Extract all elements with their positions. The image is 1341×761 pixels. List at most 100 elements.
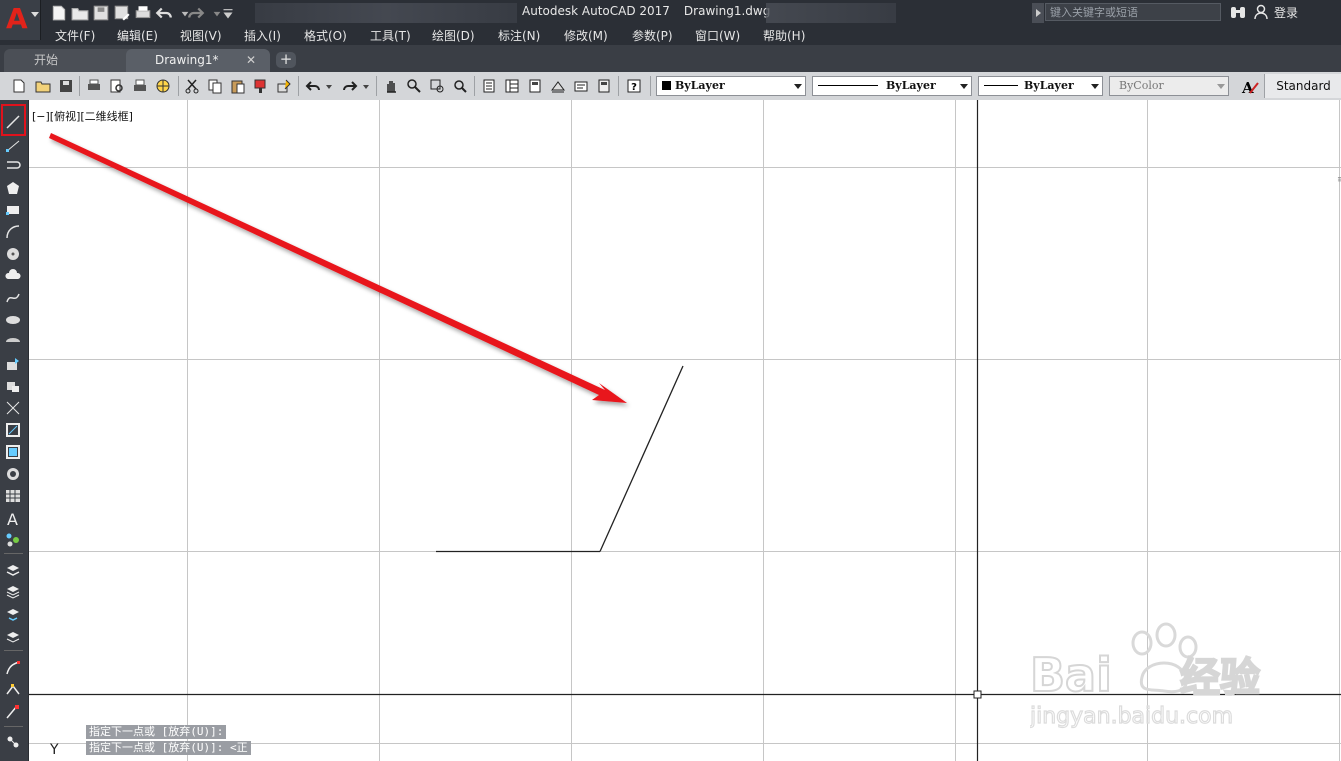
login-link[interactable]: 登录: [1274, 4, 1298, 21]
region-icon[interactable]: [5, 466, 21, 482]
save-as-icon[interactable]: [113, 4, 131, 22]
menu-edit[interactable]: 编辑(E): [117, 27, 158, 44]
menu-view[interactable]: 视图(V): [180, 27, 222, 44]
menu-dimension[interactable]: 标注(N): [498, 27, 540, 44]
layer-state-icon[interactable]: [5, 584, 21, 600]
cut-icon[interactable]: [184, 78, 200, 94]
3d-dwf-icon[interactable]: [155, 78, 171, 94]
make-block-icon[interactable]: [5, 378, 21, 394]
new-file-icon[interactable]: [50, 4, 68, 22]
tab-start[interactable]: 开始: [4, 49, 144, 72]
search-expand-icon[interactable]: [1032, 3, 1044, 23]
rectangle-icon[interactable]: [5, 202, 21, 218]
properties-icon[interactable]: [481, 78, 497, 94]
sheet-set-icon[interactable]: [550, 78, 566, 94]
ellipse-arc-icon[interactable]: [5, 334, 21, 350]
zoom-window-icon[interactable]: [429, 78, 445, 94]
layer-properties-icon[interactable]: [5, 562, 21, 578]
insert-block-icon[interactable]: [5, 356, 21, 372]
save-icon[interactable]: [92, 4, 110, 22]
polyline-icon[interactable]: [5, 158, 21, 174]
dimension-linear-icon[interactable]: [5, 660, 21, 676]
plotstyle-combo[interactable]: ByColor: [1109, 76, 1229, 96]
menu-format[interactable]: 格式(O): [304, 27, 347, 44]
linetype-combo[interactable]: ByLayer: [812, 76, 972, 96]
color-combo[interactable]: ByLayer: [656, 76, 806, 96]
revision-cloud-icon[interactable]: [5, 268, 21, 284]
open-folder-icon[interactable]: [71, 4, 89, 22]
redo-icon[interactable]: [187, 4, 205, 22]
construction-line-icon[interactable]: [5, 137, 21, 153]
qnew-icon[interactable]: [11, 78, 27, 94]
zoom-realtime-icon[interactable]: [406, 78, 422, 94]
chevron-down-icon: [794, 84, 802, 89]
color-swatch-icon: [662, 81, 671, 90]
pan-icon[interactable]: [383, 78, 399, 94]
user-icon[interactable]: [1254, 4, 1268, 20]
text-style-combo[interactable]: Standard: [1264, 74, 1341, 98]
polygon-icon[interactable]: [5, 180, 21, 196]
markup-set-icon[interactable]: [573, 78, 589, 94]
point-icon[interactable]: [5, 400, 21, 416]
save-icon[interactable]: [58, 78, 74, 94]
undo-icon[interactable]: [305, 78, 321, 94]
tab-drawing1[interactable]: Drawing1* ✕: [126, 49, 270, 72]
search-input[interactable]: 键入关键字或短语: [1045, 3, 1221, 21]
viewport-controls-label[interactable]: [−][俯视][二维线框]: [32, 108, 133, 124]
spline-icon[interactable]: [5, 290, 21, 306]
menu-parametric[interactable]: 参数(P): [632, 27, 673, 44]
block-editor-icon[interactable]: [276, 78, 292, 94]
gradient-icon[interactable]: [5, 444, 21, 460]
circle-icon[interactable]: [5, 246, 21, 262]
open-icon[interactable]: [35, 78, 51, 94]
match-properties-icon[interactable]: [253, 78, 269, 94]
arc-icon[interactable]: [5, 224, 21, 240]
zoom-previous-icon[interactable]: [452, 78, 468, 94]
svg-text:jingyan.baidu.com: jingyan.baidu.com: [1030, 704, 1233, 729]
print-icon[interactable]: [134, 4, 152, 22]
linetype-combo-value: ByLayer: [886, 79, 936, 92]
svg-text:?: ?: [631, 82, 637, 93]
table-icon[interactable]: [5, 488, 21, 504]
undo-dropdown-icon[interactable]: [325, 78, 333, 94]
copy-icon[interactable]: [207, 78, 223, 94]
undo-icon[interactable]: [155, 4, 173, 22]
menu-window[interactable]: 窗口(W): [695, 27, 740, 44]
redo-dropdown-icon[interactable]: [208, 4, 221, 22]
menu-tools[interactable]: 工具(T): [370, 27, 411, 44]
layer-previous-icon[interactable]: [5, 606, 21, 622]
ellipse-icon[interactable]: [5, 312, 21, 328]
attribute-icon[interactable]: [5, 734, 21, 750]
publish-icon[interactable]: [132, 78, 148, 94]
tab-drawing1-label: Drawing1*: [155, 53, 219, 67]
multiline-text-icon[interactable]: A: [5, 510, 21, 529]
plot-preview-icon[interactable]: [109, 78, 125, 94]
menu-file[interactable]: 文件(F): [55, 27, 95, 44]
menu-draw[interactable]: 绘图(D): [432, 27, 475, 44]
paste-icon[interactable]: [230, 78, 246, 94]
dimension-aligned-icon[interactable]: [5, 682, 21, 698]
customize-qat-icon[interactable]: [219, 4, 233, 22]
application-menu-button[interactable]: A: [0, 0, 41, 40]
menu-bar: 文件(F) 编辑(E) 视图(V) 插入(I) 格式(O) 工具(T) 绘图(D…: [0, 26, 1341, 45]
calculator-icon[interactable]: [596, 78, 612, 94]
close-icon[interactable]: ✕: [246, 49, 256, 71]
binoculars-icon[interactable]: [1230, 4, 1246, 20]
menu-modify[interactable]: 修改(M): [564, 27, 608, 44]
menu-help[interactable]: 帮助(H): [763, 27, 805, 44]
redo-dropdown-icon[interactable]: [362, 78, 370, 94]
lineweight-combo[interactable]: ByLayer: [978, 76, 1103, 96]
layer-isolate-icon[interactable]: [5, 628, 21, 644]
plot-icon[interactable]: [86, 78, 102, 94]
help-icon[interactable]: ?: [626, 78, 642, 94]
menu-insert[interactable]: 插入(I): [244, 27, 281, 44]
undo-dropdown-icon[interactable]: [176, 4, 189, 22]
dimension-angular-icon[interactable]: [5, 704, 21, 720]
redo-icon[interactable]: [342, 78, 358, 94]
add-selected-icon[interactable]: [5, 532, 21, 548]
hatch-icon[interactable]: [5, 422, 21, 438]
design-center-icon[interactable]: [504, 78, 520, 94]
text-style-icon[interactable]: A: [1240, 77, 1260, 97]
new-tab-button[interactable]: +: [276, 52, 296, 68]
tool-palettes-icon[interactable]: [527, 78, 543, 94]
